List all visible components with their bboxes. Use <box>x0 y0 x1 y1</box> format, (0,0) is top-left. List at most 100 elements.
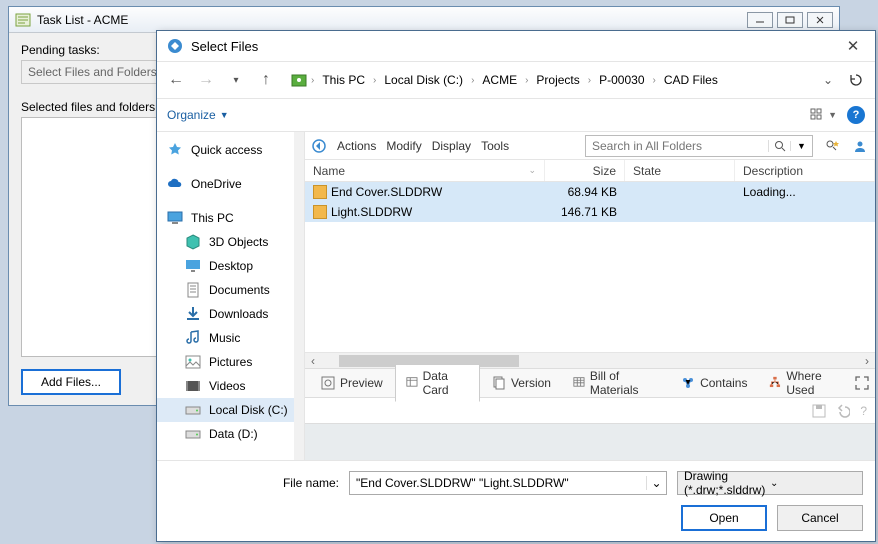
tree-item-local-disk-c-[interactable]: Local Disk (C:) <box>157 398 304 422</box>
dialog-footer: File name: ⌄ Drawing (*.drw;*.slddrw) ⌄ … <box>157 460 875 541</box>
tree-item-label: This PC <box>191 211 234 225</box>
undo-icon[interactable] <box>836 404 850 418</box>
breadcrumb-this-pc[interactable]: This PC <box>318 71 369 89</box>
maximize-button[interactable] <box>777 12 803 28</box>
column-description[interactable]: Description <box>735 160 875 181</box>
disk-icon <box>185 402 201 418</box>
scroll-right-icon[interactable]: › <box>859 354 875 368</box>
file-row[interactable]: Light.SLDDRW 146.71 KB <box>305 202 875 222</box>
file-desc: Loading... <box>735 185 875 199</box>
tree-item-label: Local Disk (C:) <box>209 403 288 417</box>
chevron-down-icon: ⌄ <box>770 478 856 489</box>
tree-item-videos[interactable]: Videos <box>157 374 304 398</box>
filter-label: Drawing (*.drw;*.slddrw) <box>684 469 770 497</box>
tab-preview[interactable]: Preview <box>311 372 393 394</box>
desktop-icon <box>185 258 201 274</box>
tree-item-label: 3D Objects <box>209 235 268 249</box>
tree-item-label: Music <box>209 331 240 345</box>
select-files-dialog: Select Files ✕ ← → ▾ ↑ › This PC › Local… <box>156 30 876 542</box>
organize-toolbar: Organize ▼ ▼ ? <box>157 99 875 131</box>
column-name[interactable]: Name⌄ <box>305 160 545 181</box>
breadcrumb-dropdown[interactable]: ⌄ <box>819 73 837 87</box>
close-button[interactable] <box>807 12 833 28</box>
vault-icon <box>291 72 307 88</box>
column-size[interactable]: Size <box>545 160 625 181</box>
file-name-dropdown[interactable]: ⌄ <box>646 476 666 490</box>
disk-icon <box>185 426 201 442</box>
actions-menu[interactable]: Actions <box>337 139 376 153</box>
up-button[interactable]: ↑ <box>255 69 277 91</box>
search-button[interactable] <box>768 140 790 152</box>
breadcrumb-cad-files[interactable]: CAD Files <box>660 71 722 89</box>
breadcrumb-p00030[interactable]: P-00030 <box>595 71 648 89</box>
file-row[interactable]: End Cover.SLDDRW 68.94 KB Loading... <box>305 182 875 202</box>
file-list[interactable]: End Cover.SLDDRW 68.94 KB Loading... Lig… <box>305 182 875 352</box>
refresh-button[interactable] <box>845 69 867 91</box>
back-button[interactable]: ← <box>165 69 187 91</box>
tree-item-onedrive[interactable]: OneDrive <box>157 172 304 196</box>
file-size: 146.71 KB <box>545 205 625 219</box>
tree-item-label: Pictures <box>209 355 252 369</box>
help-button[interactable]: ? <box>847 106 865 124</box>
tab-where-used[interactable]: Where Used <box>759 365 853 401</box>
tree-item-label: Quick access <box>191 143 262 157</box>
tree-item-music[interactable]: Music <box>157 326 304 350</box>
column-state[interactable]: State <box>625 160 735 181</box>
view-mode-button[interactable]: ▼ <box>810 108 837 122</box>
contains-icon <box>681 376 695 390</box>
tab-data-card[interactable]: Data Card <box>395 364 480 402</box>
file-name-label: File name: <box>169 476 339 490</box>
tree-item-this-pc[interactable]: This PC <box>157 206 304 230</box>
open-button[interactable]: Open <box>681 505 767 531</box>
add-files-button[interactable]: Add Files... <box>21 369 121 395</box>
modify-menu[interactable]: Modify <box>386 139 421 153</box>
chevron-down-icon: ▼ <box>220 110 229 120</box>
nav-bar: ← → ▾ ↑ › This PC › Local Disk (C:) › AC… <box>157 61 875 99</box>
tree-item-3d-objects[interactable]: 3D Objects <box>157 230 304 254</box>
chevron-right-icon: › <box>653 75 656 86</box>
drawing-file-icon <box>313 185 327 199</box>
file-type-filter[interactable]: Drawing (*.drw;*.slddrw) ⌄ <box>677 471 863 495</box>
dialog-close-button[interactable]: ✕ <box>841 34 865 58</box>
breadcrumb-local-disk[interactable]: Local Disk (C:) <box>380 71 467 89</box>
tree-item-data-d-[interactable]: Data (D:) <box>157 422 304 446</box>
chevron-right-icon: › <box>588 75 591 86</box>
search-input[interactable] <box>586 139 768 153</box>
tree-item-label: Data (D:) <box>209 427 258 441</box>
tree-item-desktop[interactable]: Desktop <box>157 254 304 278</box>
tab-contains[interactable]: Contains <box>671 372 757 394</box>
file-name: End Cover.SLDDRW <box>331 185 442 199</box>
tree-item-downloads[interactable]: Downloads <box>157 302 304 326</box>
cancel-button[interactable]: Cancel <box>777 505 863 531</box>
favorite-search-button[interactable] <box>823 137 841 155</box>
selected-files-list[interactable] <box>21 117 159 357</box>
expand-panel-button[interactable] <box>855 376 869 390</box>
tab-version[interactable]: Version <box>482 372 561 394</box>
tree-item-quick-access[interactable]: Quick access <box>157 138 304 162</box>
tree-item-label: Videos <box>209 379 245 393</box>
display-menu[interactable]: Display <box>432 139 471 153</box>
scroll-left-icon[interactable]: ‹ <box>305 354 321 368</box>
tree-item-pictures[interactable]: Pictures <box>157 350 304 374</box>
breadcrumb-acme[interactable]: ACME <box>478 71 521 89</box>
folder-tree: Quick access OneDrive This PC 3D Objects Des… <box>157 132 305 460</box>
user-button[interactable] <box>851 137 869 155</box>
chevron-right-icon: › <box>373 75 376 86</box>
forward-button[interactable]: → <box>195 69 217 91</box>
file-name-input[interactable] <box>350 476 646 490</box>
tab-bom[interactable]: Bill of Materials <box>563 365 669 401</box>
chevron-right-icon: › <box>311 75 314 86</box>
recent-dropdown[interactable]: ▾ <box>225 69 247 91</box>
tools-menu[interactable]: Tools <box>481 139 509 153</box>
tree-scrollbar[interactable] <box>294 132 304 460</box>
tree-item-documents[interactable]: Documents <box>157 278 304 302</box>
save-icon[interactable] <box>812 404 826 418</box>
organize-menu[interactable]: Organize ▼ <box>167 108 229 122</box>
dialog-title: Select Files <box>191 39 841 54</box>
pic-icon <box>185 354 201 370</box>
search-dropdown[interactable]: ▼ <box>790 141 812 151</box>
card-help-icon[interactable]: ? <box>860 404 867 418</box>
breadcrumb-projects[interactable]: Projects <box>532 71 583 89</box>
pc-icon <box>167 210 183 226</box>
minimize-button[interactable] <box>747 12 773 28</box>
